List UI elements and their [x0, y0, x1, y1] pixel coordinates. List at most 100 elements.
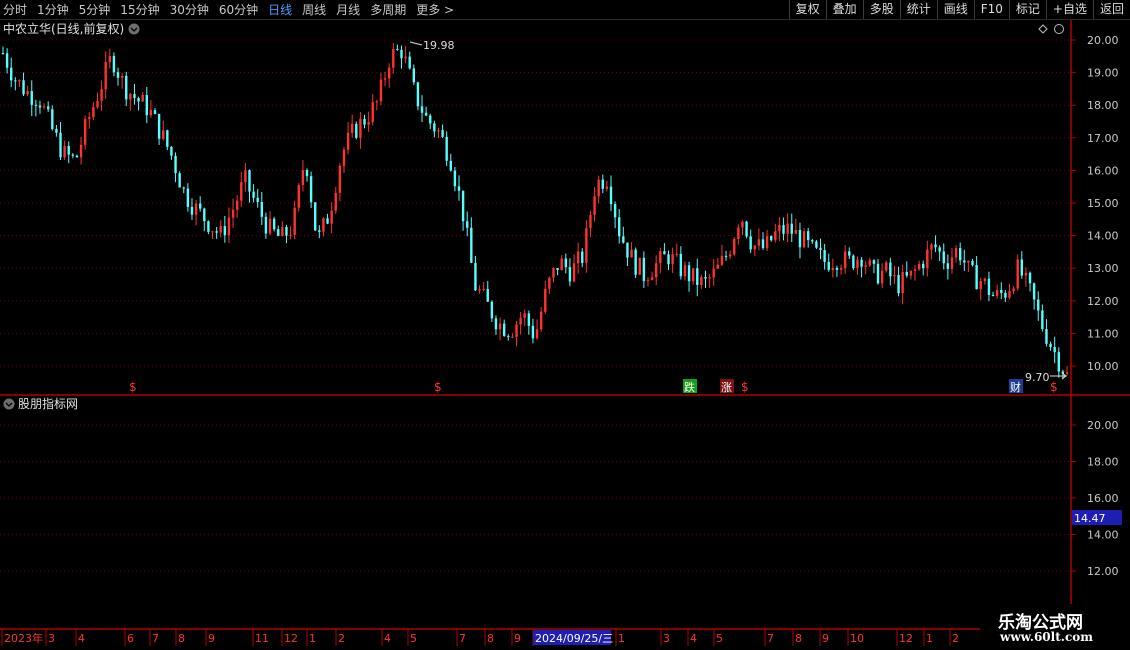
candle-body[interactable]	[987, 278, 991, 295]
candle-body[interactable]	[704, 276, 707, 279]
diamond-icon[interactable]	[1038, 24, 1048, 34]
candle-body[interactable]	[626, 242, 629, 258]
candle-body[interactable]	[823, 250, 826, 262]
candle-body[interactable]	[207, 221, 210, 232]
candle-body[interactable]	[55, 128, 58, 133]
candle-body[interactable]	[1, 53, 5, 55]
candle-body[interactable]	[330, 210, 333, 224]
candle-body[interactable]	[675, 253, 678, 255]
candle-body[interactable]	[367, 122, 370, 125]
candle-body[interactable]	[355, 123, 358, 138]
candle-body[interactable]	[753, 245, 756, 250]
candle-body[interactable]	[429, 115, 432, 124]
candle-body[interactable]	[63, 145, 66, 158]
candle-body[interactable]	[638, 257, 641, 275]
candle-body[interactable]	[141, 95, 144, 102]
candle-body[interactable]	[162, 130, 165, 139]
candle-body[interactable]	[26, 91, 29, 95]
candle-body[interactable]	[88, 117, 91, 120]
candle-body[interactable]	[174, 155, 177, 174]
candle-body[interactable]	[297, 185, 300, 208]
candle-body[interactable]	[379, 79, 383, 102]
candle-body[interactable]	[375, 101, 379, 103]
candle-body[interactable]	[737, 227, 740, 240]
candle-body[interactable]	[277, 229, 280, 236]
candle-body[interactable]	[622, 236, 625, 243]
candle-body[interactable]	[913, 269, 917, 271]
candle-body[interactable]	[396, 48, 399, 50]
candle-body[interactable]	[51, 109, 54, 129]
candle-body[interactable]	[1016, 259, 1019, 289]
candle-body[interactable]	[383, 78, 387, 80]
candle-body[interactable]	[1012, 288, 1015, 292]
candle-body[interactable]	[240, 182, 243, 201]
candle-body[interactable]	[539, 311, 543, 330]
candle-body[interactable]	[835, 267, 839, 270]
candle-body[interactable]	[548, 277, 551, 289]
candle-body[interactable]	[922, 263, 925, 269]
candle-body[interactable]	[786, 223, 789, 234]
candle-body[interactable]	[334, 192, 337, 211]
candle-body[interactable]	[46, 106, 50, 110]
candle-body[interactable]	[137, 98, 140, 102]
candle-body[interactable]	[905, 272, 908, 276]
candle-body[interactable]	[930, 244, 933, 250]
candle-body[interactable]	[659, 251, 662, 264]
candle-body[interactable]	[318, 230, 321, 232]
candle-body[interactable]	[412, 68, 416, 83]
candle-body[interactable]	[531, 325, 535, 339]
candle-body[interactable]	[991, 294, 995, 296]
candle-body[interactable]	[59, 132, 62, 158]
candle-body[interactable]	[733, 239, 736, 255]
candle-body[interactable]	[1032, 283, 1036, 300]
candle-body[interactable]	[843, 251, 847, 269]
candle-body[interactable]	[96, 100, 99, 108]
candle-body[interactable]	[404, 56, 407, 59]
candle-body[interactable]	[1028, 272, 1032, 284]
candle-body[interactable]	[893, 274, 896, 277]
candle-body[interactable]	[108, 56, 112, 63]
candle-body[interactable]	[392, 48, 395, 68]
candle-body[interactable]	[507, 335, 510, 337]
candle-body[interactable]	[983, 278, 987, 282]
candle-body[interactable]	[227, 217, 231, 236]
candle-body[interactable]	[470, 227, 473, 263]
candle-body[interactable]	[272, 218, 276, 230]
candle-body[interactable]	[309, 176, 313, 203]
candle-body[interactable]	[289, 234, 292, 236]
candle-body[interactable]	[576, 251, 580, 264]
candle-body[interactable]	[654, 263, 658, 278]
candle-body[interactable]	[235, 200, 239, 210]
candle-body[interactable]	[441, 130, 444, 137]
candle-body[interactable]	[971, 260, 974, 266]
candle-body[interactable]	[544, 288, 547, 312]
candle-body[interactable]	[301, 170, 305, 186]
candle-body[interactable]	[696, 268, 699, 285]
candle-body[interactable]	[872, 260, 876, 264]
candle-body[interactable]	[848, 251, 851, 256]
candle-body[interactable]	[326, 218, 329, 224]
candle-body[interactable]	[856, 259, 859, 269]
candle-body[interactable]	[667, 254, 670, 265]
candle-body[interactable]	[909, 270, 913, 276]
candle-body[interactable]	[83, 119, 87, 145]
candle-body[interactable]	[71, 154, 75, 156]
candle-body[interactable]	[445, 136, 448, 161]
candle-body[interactable]	[880, 270, 884, 284]
candle-body[interactable]	[1037, 299, 1040, 311]
candle-body[interactable]	[564, 258, 568, 268]
candle-body[interactable]	[946, 263, 950, 269]
candle-body[interactable]	[790, 223, 793, 234]
candle-body[interactable]	[170, 146, 173, 156]
candle-body[interactable]	[466, 221, 469, 228]
candle-body[interactable]	[125, 75, 128, 100]
candle-body[interactable]	[223, 226, 227, 236]
candle-body[interactable]	[322, 218, 325, 232]
candle-body[interactable]	[120, 75, 124, 78]
candle-body[interactable]	[806, 231, 810, 241]
candle-body[interactable]	[437, 130, 440, 132]
candle-body[interactable]	[363, 118, 366, 125]
candle-body[interactable]	[387, 67, 391, 79]
candle-body[interactable]	[552, 268, 555, 278]
candle-body[interactable]	[511, 336, 514, 338]
